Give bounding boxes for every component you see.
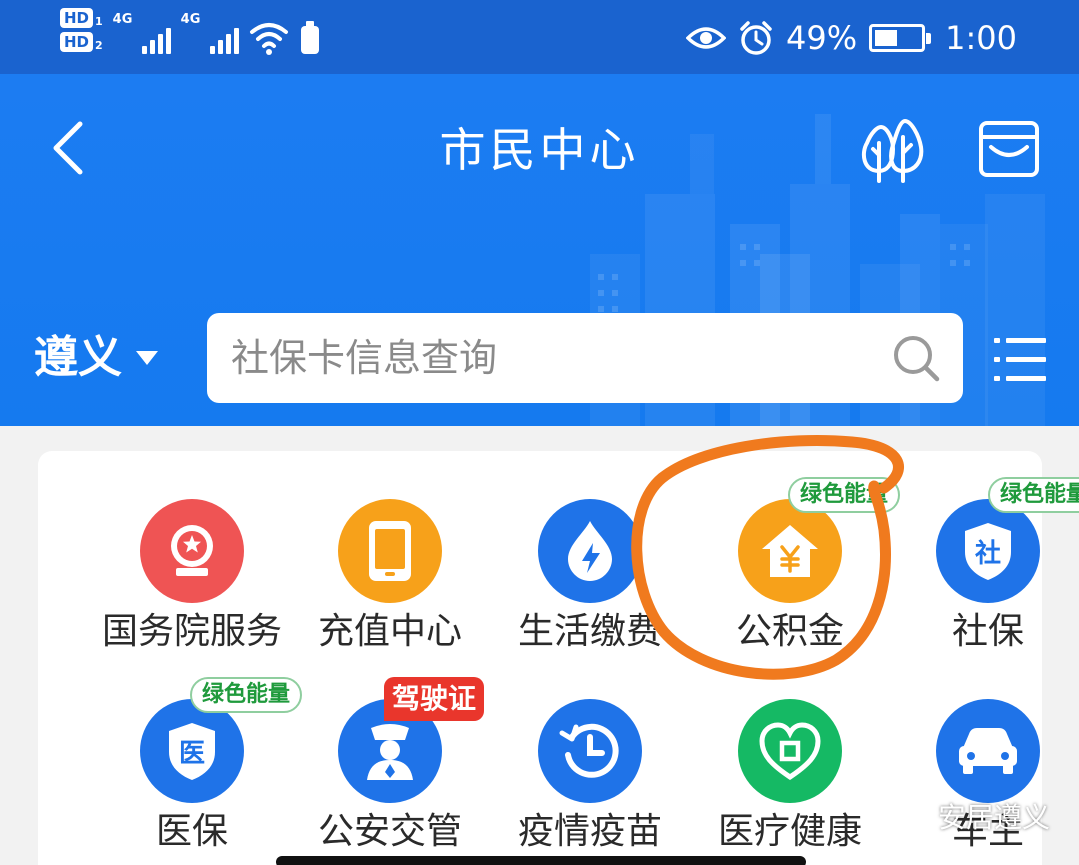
tree-icon bbox=[861, 118, 924, 183]
bolt-icon bbox=[568, 521, 612, 581]
wechat-icon bbox=[896, 802, 930, 829]
network-type: 4G bbox=[180, 12, 201, 27]
battery-level bbox=[875, 30, 898, 46]
service-traffic-police[interactable]: 驾驶证 公安交管 bbox=[288, 677, 488, 865]
services-grid: 国务院服务 充值中心 生活缴费 绿色能量 公积金 社 绿色能量 社保 医 绿色能… bbox=[38, 451, 1079, 865]
wifi-icon bbox=[249, 23, 288, 55]
signal-2-icon: 4G bbox=[181, 8, 239, 54]
wallet-button[interactable] bbox=[972, 112, 1046, 186]
hd-indicators: HD 1 HD 2 bbox=[60, 8, 103, 52]
service-icon-circle bbox=[538, 499, 642, 603]
signal-1-icon: 4G bbox=[113, 8, 171, 54]
city-selector[interactable]: 遵义 bbox=[34, 328, 158, 388]
service-icon-circle bbox=[338, 499, 442, 603]
status-right: 49% 1:00 bbox=[686, 18, 1017, 58]
service-icon-circle bbox=[936, 699, 1040, 803]
car-icon bbox=[959, 728, 1017, 774]
service-car-owner[interactable]: 车主 bbox=[886, 699, 1079, 865]
hd-sub: 1 bbox=[95, 15, 103, 28]
watermark: 安居遵义 bbox=[896, 796, 1050, 836]
home-indicator[interactable] bbox=[276, 856, 806, 865]
service-icon-circle: 社 bbox=[936, 499, 1040, 603]
service-recharge-center[interactable]: 充值中心 bbox=[288, 499, 488, 699]
sim-battery-icon bbox=[300, 21, 319, 54]
search-bar[interactable] bbox=[207, 313, 963, 403]
tree-button[interactable] bbox=[856, 112, 930, 186]
eye-icon bbox=[686, 27, 727, 49]
wallet-icon bbox=[979, 121, 1039, 177]
service-housing-fund[interactable]: 绿色能量 公积金 bbox=[688, 477, 901, 699]
service-utility-payment[interactable]: 生活缴费 bbox=[488, 499, 688, 699]
green-energy-tag: 绿色能量 bbox=[190, 677, 303, 713]
header: 市民中心 遵义 bbox=[0, 74, 1079, 426]
clock-history-icon bbox=[559, 723, 619, 778]
svg-text:医: 医 bbox=[179, 739, 205, 769]
hd-indicator-1: HD 1 bbox=[60, 8, 103, 28]
heart-cross-icon bbox=[759, 722, 821, 781]
hd-indicator-2: HD 2 bbox=[60, 32, 103, 52]
service-label: 社保 bbox=[951, 611, 1024, 652]
service-medical-health[interactable]: 医疗健康 bbox=[688, 699, 888, 865]
battery-percent: 49% bbox=[786, 19, 858, 57]
driver-license-tag: 驾驶证 bbox=[384, 677, 485, 721]
network-type: 4G bbox=[112, 12, 133, 27]
house-yuan-icon bbox=[762, 525, 818, 577]
service-icon-circle: 医 bbox=[140, 699, 244, 803]
service-icon-circle bbox=[738, 699, 842, 803]
watermark-text: 安居遵义 bbox=[938, 801, 1051, 834]
battery-icon bbox=[869, 24, 932, 52]
police-icon bbox=[367, 724, 413, 780]
service-state-council[interactable]: 国务院服务 bbox=[90, 499, 290, 699]
service-icon-circle bbox=[538, 699, 642, 803]
svg-text:社: 社 bbox=[975, 538, 1001, 569]
service-icon-circle bbox=[140, 499, 244, 603]
service-epidemic-vaccine[interactable]: 疫情疫苗 bbox=[488, 699, 688, 865]
status-time: 1:00 bbox=[945, 19, 1017, 57]
hd-badge: HD bbox=[60, 32, 94, 52]
green-energy-tag: 绿色能量 bbox=[988, 477, 1079, 513]
phone-icon bbox=[369, 521, 411, 581]
shield-she-icon: 社 bbox=[965, 523, 1011, 580]
city-name: 遵义 bbox=[34, 332, 122, 383]
hd-badge: HD bbox=[60, 8, 94, 28]
shield-yi-icon: 医 bbox=[169, 723, 215, 780]
status-bar: HD 1 HD 2 4G 4G 49% 1:00 bbox=[0, 0, 1079, 74]
emblem-icon bbox=[171, 525, 213, 576]
alarm-icon bbox=[740, 21, 772, 55]
search-input[interactable] bbox=[231, 313, 871, 403]
menu-icon[interactable] bbox=[990, 330, 1050, 390]
hd-sub: 2 bbox=[95, 39, 103, 52]
service-social-security[interactable]: 社 绿色能量 社保 bbox=[886, 477, 1079, 699]
caret-down-icon bbox=[136, 351, 158, 365]
service-medical-insurance[interactable]: 医 绿色能量 医保 bbox=[90, 677, 303, 865]
status-left: HD 1 HD 2 4G 4G bbox=[60, 8, 321, 58]
green-energy-tag: 绿色能量 bbox=[788, 477, 901, 513]
service-icon-circle bbox=[738, 499, 842, 603]
search-icon[interactable] bbox=[891, 333, 941, 383]
